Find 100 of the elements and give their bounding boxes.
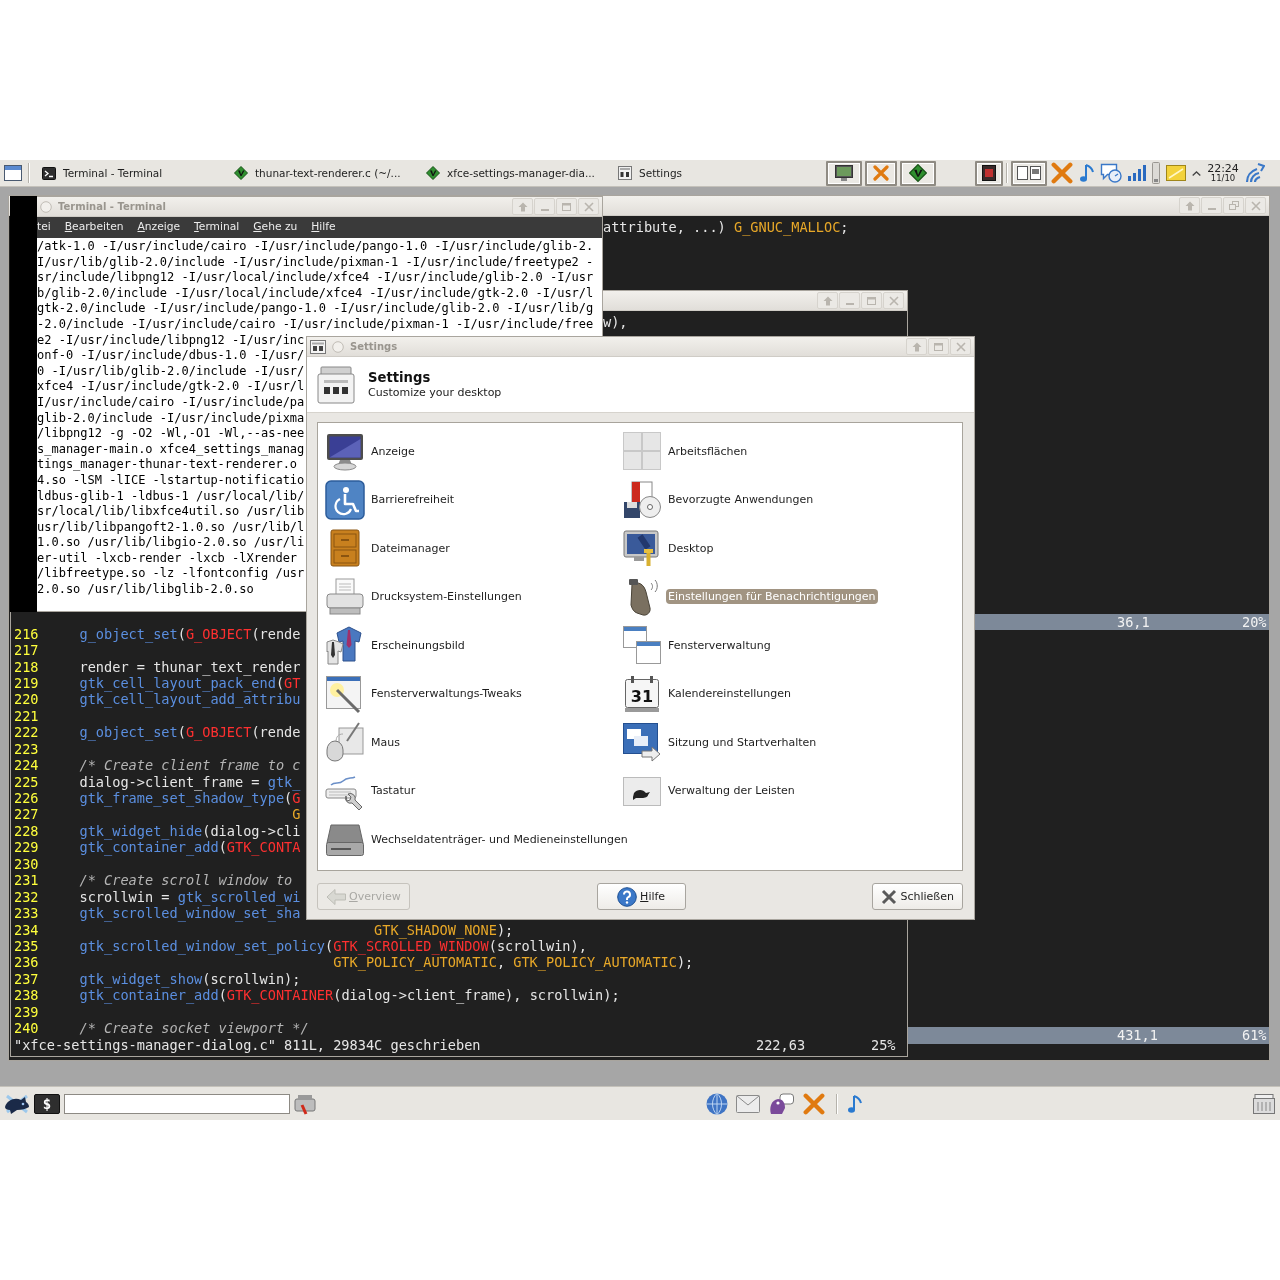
rodent-icon[interactable] xyxy=(4,1092,30,1115)
line-number: 218 xyxy=(14,658,39,675)
settings-item[interactable]: Wechseldatenträger- und Medieneinstellungen xyxy=(369,831,630,847)
menu-item[interactable]: tei xyxy=(37,221,51,234)
line-number: 217 xyxy=(14,642,39,659)
cursor-position: 36,1 xyxy=(1117,614,1150,630)
code-line: /* Create scroll window to xyxy=(79,872,293,889)
settings-item[interactable]: Arbeitsflächen xyxy=(666,443,750,459)
line-number: 224 xyxy=(14,757,39,774)
settings-item[interactable]: Tastatur xyxy=(369,783,418,799)
command-field[interactable] xyxy=(64,1093,290,1114)
vertical-bar-icon[interactable] xyxy=(1152,162,1160,184)
diamond-icon[interactable] xyxy=(909,164,927,182)
window-title: Settings xyxy=(350,340,398,353)
control-panel-icon[interactable] xyxy=(618,166,632,180)
signal-bars-icon[interactable] xyxy=(1128,165,1146,181)
dialog-heading: Settings xyxy=(368,370,432,386)
clock-time[interactable]: 22:24 xyxy=(1207,162,1239,175)
envelope-icon[interactable] xyxy=(736,1094,760,1113)
help-button[interactable]: Hilfe xyxy=(596,883,686,910)
line-number: 228 xyxy=(14,822,39,840)
window-icon[interactable] xyxy=(4,165,22,181)
menu-item[interactable]: Hilfe xyxy=(311,221,336,234)
bin-icon[interactable] xyxy=(1253,1093,1275,1114)
settings-item[interactable]: Erscheinungsbild xyxy=(369,637,467,653)
menu-item[interactable]: Anzeige xyxy=(137,221,181,234)
terminal-button[interactable]: $ xyxy=(34,1093,60,1114)
settings-item[interactable]: Bevorzugte Anwendungen xyxy=(666,492,816,508)
cross-icon[interactable] xyxy=(802,1092,826,1115)
help-icon[interactable] xyxy=(617,886,638,907)
speech-bubble-icon[interactable] xyxy=(1100,163,1122,183)
note-icon[interactable] xyxy=(1166,165,1186,181)
floppy-disc-icon[interactable] xyxy=(622,479,662,520)
settings-item[interactable]: Verwaltung der Leisten xyxy=(666,783,797,799)
clock-date[interactable]: 11/10 xyxy=(1210,174,1236,184)
shirts-icon[interactable] xyxy=(325,625,365,666)
terminal-line: I/usr/lib/glib-2.0/include -I/usr/include/pixman-1 -I/usr/include/freetype2 - xyxy=(37,254,594,271)
chevron-up-icon[interactable] xyxy=(1192,170,1201,176)
workspace-button[interactable] xyxy=(975,160,1003,186)
taskbar-button[interactable]: Terminal - Terminal xyxy=(36,159,228,187)
taskbar-button[interactable]: thunar-text-renderer.c (~/... xyxy=(228,159,420,187)
diamond-icon[interactable] xyxy=(234,166,248,180)
settings-item[interactable]: Maus xyxy=(369,734,402,750)
control-panel-icon[interactable] xyxy=(310,339,326,354)
settings-item[interactable]: Fensterverwaltungs-Tweaks xyxy=(369,686,524,702)
code-line: g_object_set(G_OBJECT(rende xyxy=(79,724,301,741)
settings-item[interactable]: Dateimanager xyxy=(369,540,452,556)
menu-item[interactable]: Bearbeiten xyxy=(64,221,124,234)
waves-icon[interactable] xyxy=(1245,163,1265,183)
code-line: dialog->client_frame = gtk_ xyxy=(79,773,301,790)
cross-icon[interactable] xyxy=(1050,162,1074,184)
terminal-line: gtk-2.0/include -I/usr/include/pango-1.0 -I/usr/include/glib-2.0 -I/usr/lib/g xyxy=(37,301,594,317)
taskbar-button[interactable]: xfce-settings-manager-dia... xyxy=(420,159,612,187)
monitor-icon[interactable] xyxy=(835,165,853,181)
toolbox-icon[interactable] xyxy=(294,1092,316,1115)
code-line: g_object_set(G_OBJECT(rende xyxy=(79,625,301,643)
terminal-line: b/glib-2.0/include -I/usr/local/include/xfce4 -I/usr/include/gtk-2.0 -I/usr/l xyxy=(37,285,594,302)
line-number: 236 xyxy=(14,954,39,971)
windows-icon[interactable] xyxy=(622,625,662,666)
launcher-button[interactable] xyxy=(826,160,862,186)
printer-icon[interactable] xyxy=(325,576,365,617)
two-windows-icon[interactable] xyxy=(1017,166,1041,180)
line-number: 222 xyxy=(14,724,39,741)
close-icon[interactable] xyxy=(881,888,898,905)
settings-item[interactable]: Anzeige xyxy=(369,443,417,459)
monitor-icon[interactable] xyxy=(325,431,365,472)
terminal-line: ldbus-glib-1 -ldbus-1 /usr/local/lib/ xyxy=(37,488,305,505)
code-line: GTK_POLICY_AUTOMATIC, GTK_POLICY_AUTOMATIC); xyxy=(333,954,694,971)
settings-item[interactable]: Drucksystem-Einstellungen xyxy=(369,589,524,605)
music-note-icon[interactable] xyxy=(1080,163,1094,183)
bird-icon[interactable] xyxy=(768,1092,794,1115)
menu-item[interactable]: Terminal xyxy=(194,221,240,234)
window-title: Terminal - Terminal xyxy=(58,200,166,213)
session-window-icon[interactable] xyxy=(622,722,662,763)
terminal-line: I/usr/include/cairo -I/usr/include/pa xyxy=(37,394,305,411)
menu-item[interactable]: Gehe zu xyxy=(253,221,298,234)
mouse-icon[interactable] xyxy=(325,722,365,763)
globe-icon[interactable] xyxy=(706,1092,728,1115)
terminal-line: /libpng12 -g -O2 -Wl,-O1 -Wl,--as-nee xyxy=(37,426,305,442)
settings-item[interactable]: Barrierefreiheit xyxy=(369,492,457,508)
terminal-icon[interactable] xyxy=(42,166,56,180)
cross-icon[interactable] xyxy=(873,165,889,181)
diamond-icon[interactable] xyxy=(426,166,440,180)
scroll-percent: 25% xyxy=(871,1036,896,1053)
music-note-icon[interactable] xyxy=(848,1093,862,1114)
settings-item[interactable]: Sitzung und Startverhalten xyxy=(666,734,819,750)
code-line: /* Create client frame to c xyxy=(79,757,301,774)
launcher-button[interactable] xyxy=(900,160,936,186)
settings-item[interactable]: Kalendereinstellungen xyxy=(666,686,793,702)
window-thumbnail-icon[interactable] xyxy=(982,165,996,181)
code-line: gtk_widget_hide(dialog->cli xyxy=(79,822,301,840)
settings-item[interactable]: Desktop xyxy=(666,540,716,556)
workspace-button[interactable] xyxy=(1011,160,1047,186)
monitor-brush-icon[interactable] xyxy=(622,528,662,569)
wheelchair-icon[interactable] xyxy=(325,479,365,520)
taskbar-button[interactable]: Settings xyxy=(612,159,804,187)
settings-item[interactable]: Fensterverwaltung xyxy=(666,637,773,653)
close-button[interactable]: Schließen xyxy=(872,883,963,910)
line-number: 237 xyxy=(14,970,39,988)
scroll-percent: 20% xyxy=(1242,614,1267,630)
